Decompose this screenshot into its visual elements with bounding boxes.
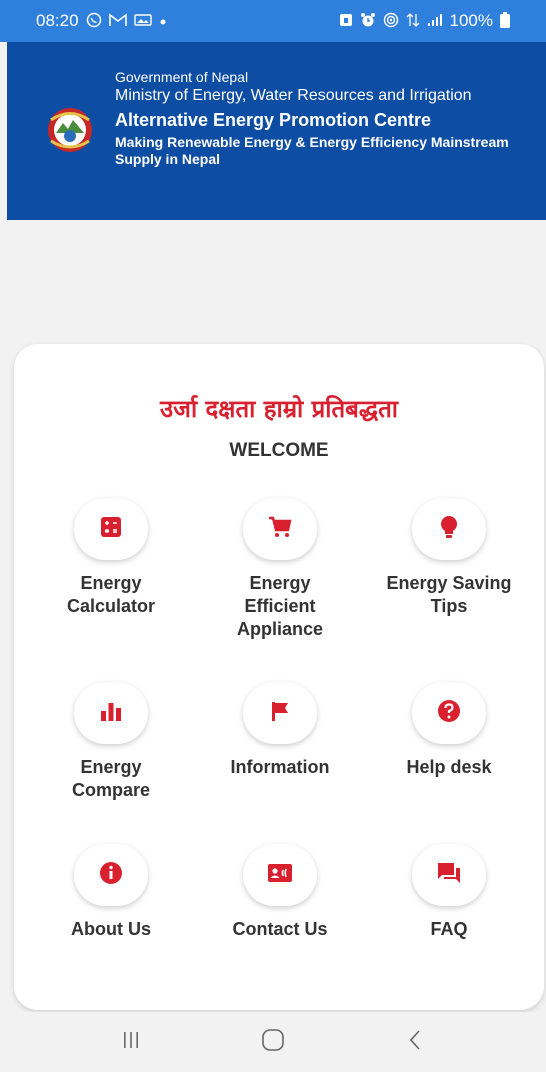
menu-label: Contact Us bbox=[232, 919, 328, 939]
menu-energy-efficient-appliance[interactable]: Energy Efficient Appliance bbox=[195, 498, 365, 641]
whatsapp-icon bbox=[86, 12, 102, 31]
help-icon bbox=[437, 699, 461, 728]
header-text: Government of Nepal Ministry of Energy, … bbox=[115, 68, 535, 168]
image-icon bbox=[133, 13, 152, 30]
lock-icon bbox=[339, 13, 353, 30]
menu-label: Energy Compare bbox=[71, 757, 151, 800]
flag-icon bbox=[270, 701, 290, 726]
organization-tagline: Making Renewable Energy & Energy Efficie… bbox=[115, 134, 509, 167]
icon-circle bbox=[412, 498, 486, 560]
home-button[interactable] bbox=[253, 1022, 293, 1062]
menu-label: Energy Calculator bbox=[66, 573, 156, 616]
menu-energy-saving-tips[interactable]: Energy Saving Tips bbox=[364, 498, 534, 618]
icon-circle bbox=[74, 844, 148, 906]
menu-label: Energy Efficient Appliance bbox=[236, 573, 324, 639]
menu-energy-compare[interactable]: Energy Compare bbox=[26, 682, 196, 802]
icon-circle bbox=[412, 844, 486, 906]
welcome-heading: WELCOME bbox=[229, 440, 329, 461]
home-icon bbox=[261, 1028, 285, 1057]
menu-label: Energy Saving Tips bbox=[386, 573, 512, 616]
battery-percent: 100% bbox=[449, 11, 493, 30]
app-header: Government of Nepal Ministry of Energy, … bbox=[7, 42, 546, 220]
icon-circle bbox=[243, 682, 317, 744]
hotspot-icon bbox=[383, 12, 399, 31]
back-icon bbox=[407, 1029, 423, 1056]
status-left: 08:20 bbox=[36, 11, 167, 31]
menu-label: About Us bbox=[71, 919, 151, 939]
menu-label: FAQ bbox=[430, 919, 468, 939]
main-card: उर्जा दक्षता हाम्रो प्रतिबद्धता WELCOME … bbox=[14, 344, 544, 1010]
lightbulb-icon bbox=[440, 515, 458, 544]
dot-icon bbox=[159, 14, 167, 29]
alarm-icon bbox=[360, 12, 376, 31]
status-right: 100% bbox=[339, 11, 510, 31]
organization-name: Alternative Energy Promotion Centre bbox=[115, 110, 432, 130]
menu-label: Information bbox=[230, 757, 330, 777]
cart-icon bbox=[268, 516, 292, 543]
government-label: Government of Nepal bbox=[115, 69, 249, 85]
icon-circle bbox=[74, 498, 148, 560]
menu-contact-us[interactable]: Contact Us bbox=[195, 844, 365, 941]
status-bar: 08:20 100% bbox=[0, 0, 546, 42]
calculator-icon bbox=[100, 516, 122, 543]
menu-help-desk[interactable]: Help desk bbox=[364, 682, 534, 779]
icon-circle bbox=[74, 682, 148, 744]
system-nav-bar bbox=[0, 1012, 546, 1072]
data-icon bbox=[406, 12, 420, 31]
menu-faq[interactable]: FAQ bbox=[364, 844, 534, 941]
status-time: 08:20 bbox=[36, 11, 79, 30]
icon-circle bbox=[243, 844, 317, 906]
info-icon bbox=[99, 861, 123, 890]
chat-icon bbox=[437, 862, 461, 889]
recent-apps-button[interactable] bbox=[111, 1022, 151, 1062]
recent-apps-icon bbox=[121, 1030, 141, 1055]
gmail-icon bbox=[108, 12, 127, 30]
contact-card-icon bbox=[267, 863, 293, 888]
bar-chart-icon bbox=[100, 701, 122, 726]
menu-label: Help desk bbox=[406, 757, 492, 777]
battery-icon bbox=[500, 11, 510, 31]
menu-about-us[interactable]: About Us bbox=[26, 844, 196, 941]
ministry-label: Ministry of Energy, Water Resources and … bbox=[115, 87, 472, 104]
menu-energy-calculator[interactable]: Energy Calculator bbox=[26, 498, 196, 618]
back-button[interactable] bbox=[395, 1022, 435, 1062]
icon-circle bbox=[412, 682, 486, 744]
slogan-heading: उर्जा दक्षता हाम्रो प्रतिबद्धता bbox=[160, 395, 398, 423]
icon-circle bbox=[243, 498, 317, 560]
menu-information[interactable]: Information bbox=[195, 682, 365, 779]
nepal-emblem-icon bbox=[45, 105, 95, 155]
signal-icon bbox=[427, 13, 443, 30]
